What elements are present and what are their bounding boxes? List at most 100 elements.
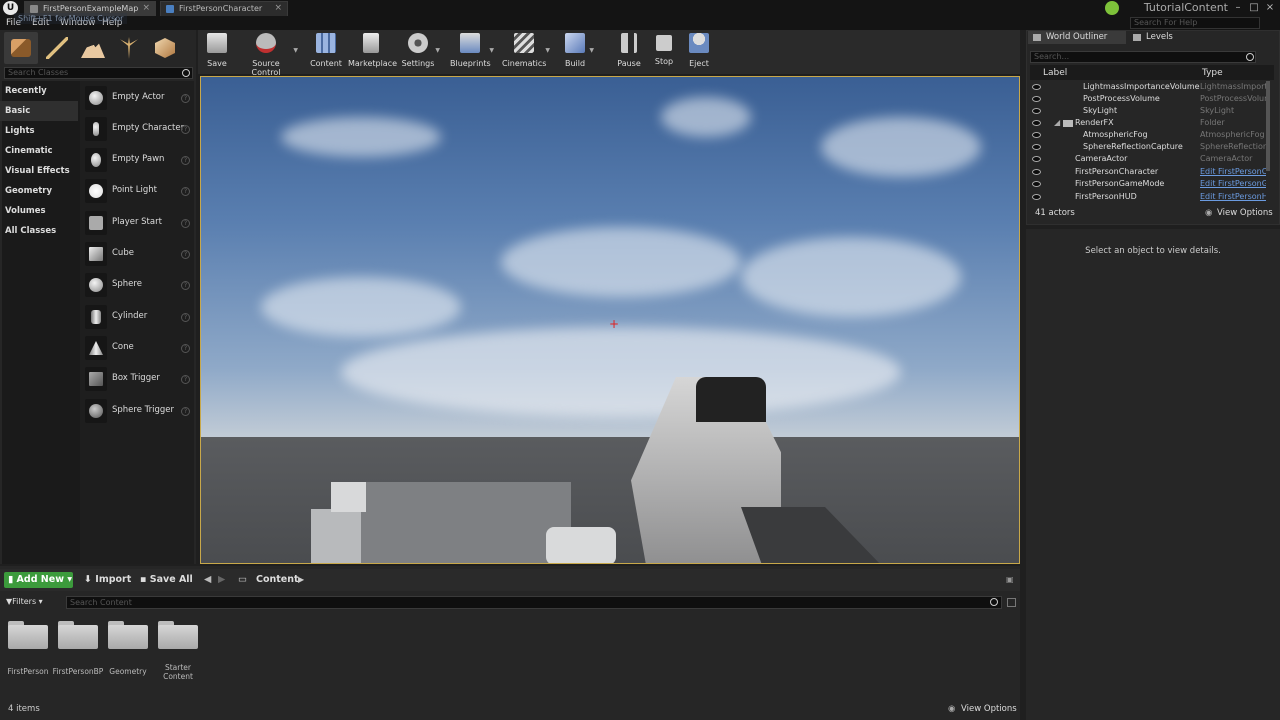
help-icon[interactable]: ?	[181, 156, 190, 165]
outliner-row[interactable]: LightmassImportanceVolumeLightmassImport…	[1030, 81, 1266, 93]
place-item-empty-character[interactable]: Empty Character?	[82, 115, 194, 145]
filters-button[interactable]: ▼Filters ▾	[6, 597, 43, 606]
source-control-button[interactable]: Source Control ▼	[238, 33, 298, 77]
visibility-eye-icon[interactable]	[1032, 194, 1041, 200]
visibility-eye-icon[interactable]	[1032, 120, 1041, 126]
column-label[interactable]: Label	[1043, 68, 1067, 78]
tab-blueprint[interactable]: FirstPersonCharacter ×	[160, 1, 288, 16]
tab-levels[interactable]: Levels	[1128, 31, 1198, 44]
back-arrow-icon[interactable]: ◀	[204, 572, 211, 588]
outliner-row[interactable]: SkyLight SkyLight	[1030, 105, 1266, 117]
place-item-sphere-trigger[interactable]: Sphere Trigger?	[82, 397, 194, 427]
outliner-row[interactable]: FirstPersonCharacterEdit FirstPersonChar…	[1030, 166, 1266, 178]
outliner-search-input[interactable]: Search...	[1030, 51, 1256, 63]
save-all-button[interactable]: ▪ Save All	[140, 572, 193, 588]
minimize-icon[interactable]: –	[1230, 0, 1246, 16]
outliner-row[interactable]: FirstPersonGameModeEdit FirstPersonGameM…	[1030, 178, 1266, 190]
cinematics-button[interactable]: Cinematics ▼	[502, 33, 550, 71]
build-button[interactable]: Build ▼	[560, 33, 594, 71]
add-new-button[interactable]: ▮ Add New ▾	[4, 572, 73, 588]
category-cinematic[interactable]: Cinematic	[0, 141, 78, 161]
category-geometry[interactable]: Geometry	[0, 181, 78, 201]
forward-arrow-icon[interactable]: ▶	[218, 572, 225, 588]
place-mode-icon[interactable]	[4, 32, 38, 64]
visibility-eye-icon[interactable]	[1032, 108, 1041, 114]
stop-button[interactable]: Stop	[650, 33, 678, 71]
help-icon[interactable]: ?	[181, 125, 190, 134]
path-content[interactable]: Content	[256, 572, 299, 588]
edit-blueprint-link[interactable]: Edit FirstPersonGameMode	[1200, 178, 1266, 190]
marketplace-button[interactable]: Marketplace	[348, 33, 397, 71]
tab-world-outliner[interactable]: World Outliner	[1028, 31, 1126, 44]
pause-button[interactable]: Pause	[614, 33, 644, 71]
expand-arrow-icon[interactable]: ◢	[1054, 117, 1060, 129]
place-item-point-light[interactable]: Point Light?	[82, 177, 194, 207]
outliner-row[interactable]: SphereReflectionCaptureSphereReflectionC…	[1030, 141, 1266, 153]
place-item-player-start[interactable]: Player Start?	[82, 209, 194, 239]
outliner-scrollbar[interactable]	[1266, 81, 1270, 171]
category-recently-placed[interactable]: Recently Placed	[0, 81, 78, 116]
visibility-eye-icon[interactable]	[1032, 144, 1041, 150]
edit-blueprint-link[interactable]: Edit FirstPersonCharacter	[1200, 166, 1266, 178]
close-window-icon[interactable]: ×	[1262, 0, 1278, 16]
source-panel-icon[interactable]	[1007, 598, 1016, 607]
settings-button[interactable]: Settings ▼	[400, 33, 440, 71]
column-type[interactable]: Type	[1202, 68, 1223, 78]
landscape-mode-icon[interactable]	[76, 32, 110, 64]
category-all-classes[interactable]: All Classes	[0, 221, 78, 241]
help-icon[interactable]: ?	[181, 344, 190, 353]
help-icon[interactable]: ?	[181, 94, 190, 103]
content-button[interactable]: Content	[310, 33, 342, 71]
folder-first-person[interactable]	[8, 621, 48, 649]
help-icon[interactable]: ?	[181, 281, 190, 290]
close-icon[interactable]: ×	[142, 2, 150, 15]
outliner-folder-row[interactable]: ◢ RenderFX Folder	[1030, 117, 1266, 129]
help-icon[interactable]: ?	[181, 407, 190, 416]
category-lights[interactable]: Lights	[0, 121, 78, 141]
visibility-eye-icon[interactable]	[1032, 169, 1041, 175]
eject-button[interactable]: Eject	[684, 33, 714, 71]
geometry-mode-icon[interactable]	[148, 32, 182, 64]
place-item-sphere[interactable]: Sphere?	[82, 271, 194, 301]
visibility-eye-icon[interactable]	[1032, 84, 1041, 90]
visibility-eye-icon[interactable]	[1032, 96, 1041, 102]
category-visual-effects[interactable]: Visual Effects	[0, 161, 78, 181]
content-search-input[interactable]: Search Content	[66, 596, 1002, 609]
folder-starter-content[interactable]	[158, 621, 198, 649]
blueprints-button[interactable]: Blueprints ▼	[450, 33, 494, 71]
search-help-input[interactable]: Search For Help	[1130, 17, 1260, 29]
outliner-row[interactable]: PostProcessVolumePostProcessVolume	[1030, 93, 1266, 105]
edit-blueprint-link[interactable]: Edit FirstPersonHUD	[1200, 191, 1266, 203]
visibility-eye-icon[interactable]	[1032, 156, 1041, 162]
category-basic[interactable]: Basic	[0, 101, 78, 121]
save-button[interactable]: Save	[202, 33, 232, 71]
content-view-options[interactable]: View Options	[961, 704, 1017, 714]
import-button[interactable]: ⬇ Import	[84, 572, 131, 588]
path-arrow-icon[interactable]: ▶	[298, 572, 304, 588]
place-item-cylinder[interactable]: Cylinder?	[82, 303, 194, 333]
outliner-row[interactable]: CameraActor CameraActor	[1030, 153, 1266, 165]
place-item-cone[interactable]: Cone?	[82, 334, 194, 364]
place-item-box-trigger[interactable]: Box Trigger?	[82, 365, 194, 395]
outliner-row[interactable]: AtmosphericFog AtmosphericFog	[1030, 129, 1266, 141]
close-icon[interactable]: ×	[274, 2, 282, 15]
visibility-eye-icon[interactable]	[1032, 181, 1041, 187]
category-volumes[interactable]: Volumes	[0, 201, 78, 221]
folder-geometry[interactable]	[108, 621, 148, 649]
place-item-cube[interactable]: Cube?	[82, 240, 194, 270]
help-icon[interactable]: ?	[181, 219, 190, 228]
outliner-view-options[interactable]: View Options	[1217, 206, 1273, 220]
folder-first-person-bp[interactable]	[58, 621, 98, 649]
visibility-eye-icon[interactable]	[1032, 132, 1041, 138]
help-icon[interactable]: ?	[181, 187, 190, 196]
outliner-row[interactable]: FirstPersonHUDEdit FirstPersonHUD	[1030, 191, 1266, 203]
help-icon[interactable]: ?	[181, 375, 190, 384]
maximize-icon[interactable]: □	[1246, 0, 1262, 16]
lock-icon[interactable]: ▣	[1006, 572, 1014, 588]
foliage-mode-icon[interactable]	[112, 32, 146, 64]
help-icon[interactable]: ?	[181, 313, 190, 322]
class-search-input[interactable]: Search Classes	[4, 67, 193, 79]
paint-mode-icon[interactable]	[40, 32, 74, 64]
place-item-empty-actor[interactable]: Empty Actor?	[82, 84, 194, 114]
help-icon[interactable]: ?	[181, 250, 190, 259]
